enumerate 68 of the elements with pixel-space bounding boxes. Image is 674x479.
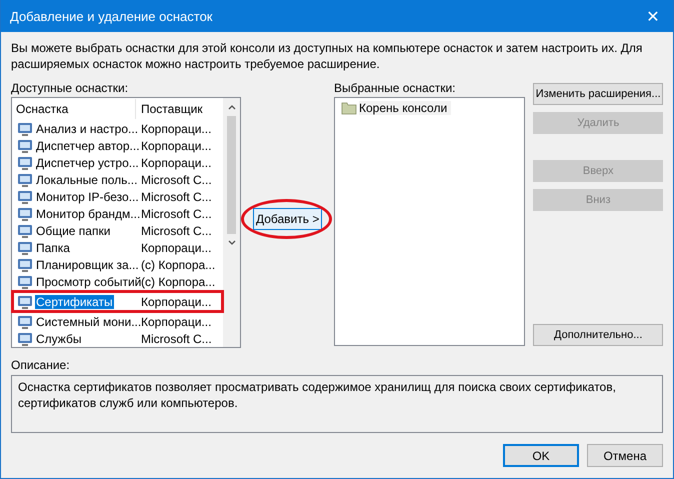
column-header[interactable]: Оснастка xyxy=(12,99,136,119)
description-text: Оснастка сертификатов позволяет просматривать содержимое хранилищ для поиска своих сертификатов, сертификатов служб или компьютеров. xyxy=(18,379,617,411)
snapin-icon xyxy=(17,138,33,154)
advanced-button[interactable]: Дополнительно... xyxy=(533,324,663,346)
cancel-button[interactable]: Отмена xyxy=(587,444,663,467)
snapin-name: Планировщик за... xyxy=(35,258,140,272)
snapin-row[interactable]: Сертификаты Корпораци... xyxy=(12,293,224,310)
snapin-name: Монитор брандм... xyxy=(35,206,142,220)
ok-button[interactable]: OK xyxy=(503,444,579,467)
snapin-name: Просмотр событий xyxy=(35,274,142,288)
snapin-icon xyxy=(17,294,33,310)
console-root-item[interactable]: Корень консоли xyxy=(359,101,452,115)
snapin-name: Общие папки xyxy=(35,224,112,238)
vendor-cell-text: Microsoft C... xyxy=(140,190,212,204)
snapin-row[interactable]: Диспетчер устро... Корпораци... xyxy=(12,154,224,171)
side-button[interactable]: Изменить расширения... xyxy=(533,83,663,105)
vendor-cell-text: Microsoft C... xyxy=(140,332,212,346)
window-title: Добавление и удаление оснасток xyxy=(9,8,212,24)
available-label: Доступные оснастки: xyxy=(11,81,130,95)
column-header[interactable]: Поставщик xyxy=(136,99,203,119)
snapin-name: Папка xyxy=(35,240,71,254)
snapin-row[interactable]: Просмотр событий(c) Корпора... xyxy=(12,273,224,290)
snapin-row[interactable]: Планировщик за... (c) Корпора... xyxy=(12,256,224,273)
snapin-row[interactable]: Монитор брандм...Microsoft C... xyxy=(12,205,224,222)
snapin-name: Монитор IP-безо... xyxy=(35,190,140,204)
snapin-row[interactable]: Службы Microsoft C... xyxy=(12,330,224,347)
snapin-icon xyxy=(17,172,33,188)
intro-text: Вы можете выбрать оснастки для этой консоли из доступных на компьютере оснасток и затем настроить их. Для расширяемых оснасток можно настроить требуемое расширение. xyxy=(11,40,644,72)
snapin-icon xyxy=(17,314,33,330)
vendor-cell-text: Корпораци... xyxy=(140,156,212,170)
scroll-up-icon[interactable] xyxy=(226,103,237,111)
snapin-name: Сертификаты xyxy=(35,294,114,308)
close-button[interactable]: ✕ xyxy=(633,0,673,32)
scrollbar[interactable] xyxy=(223,98,240,347)
vendor-cell-text: Корпораци... xyxy=(140,294,212,308)
snapin-icon xyxy=(17,154,33,170)
vendor-cell-text: (c) Корпора... xyxy=(140,258,216,272)
snapin-icon xyxy=(17,240,33,256)
snapin-icon xyxy=(17,330,33,346)
snapin-name: Анализ и настро... xyxy=(35,122,140,136)
snapin-row[interactable]: Анализ и настро... Корпораци... xyxy=(12,120,224,137)
snapin-name: Диспетчер автор... xyxy=(35,138,141,152)
snapin-name: Диспетчер устро... xyxy=(35,156,140,170)
snapin-row[interactable]: Общие папки Microsoft C... xyxy=(12,222,224,239)
snapin-icon xyxy=(17,274,33,290)
snapin-row[interactable]: Папка Корпораци... xyxy=(12,239,224,256)
snapin-row[interactable]: Диспетчер автор...Корпораци... xyxy=(12,137,224,154)
snapin-row[interactable]: Монитор IP-безо... Microsoft C... xyxy=(12,188,224,205)
snapin-name: Системный мони... xyxy=(35,314,142,328)
snapin-name: Службы xyxy=(35,332,82,346)
selected-label: Выбранные оснастки: xyxy=(334,81,456,95)
snapin-icon xyxy=(17,222,33,238)
snapin-icon xyxy=(17,120,33,136)
snapin-row[interactable]: Локальные поль... Microsoft C... xyxy=(12,171,224,188)
vendor-cell-text: Корпораци... xyxy=(140,122,212,136)
scroll-down-icon[interactable] xyxy=(226,239,237,247)
snapin-name: Локальные поль... xyxy=(35,172,138,186)
snapin-icon xyxy=(17,256,33,272)
folder-icon xyxy=(341,100,357,116)
vendor-cell-text: Корпораци... xyxy=(140,240,212,254)
snapin-row[interactable]: Системный мони...Корпораци... xyxy=(12,313,224,330)
vendor-cell-text: Microsoft C... xyxy=(140,224,212,238)
snapin-icon xyxy=(17,188,33,204)
add-button[interactable]: Добавить > xyxy=(252,208,322,230)
vendor-cell-text: Microsoft C... xyxy=(140,172,212,186)
scroll-thumb[interactable] xyxy=(227,116,236,234)
snapin-icon xyxy=(17,206,33,222)
description-label: Описание: xyxy=(11,358,71,372)
